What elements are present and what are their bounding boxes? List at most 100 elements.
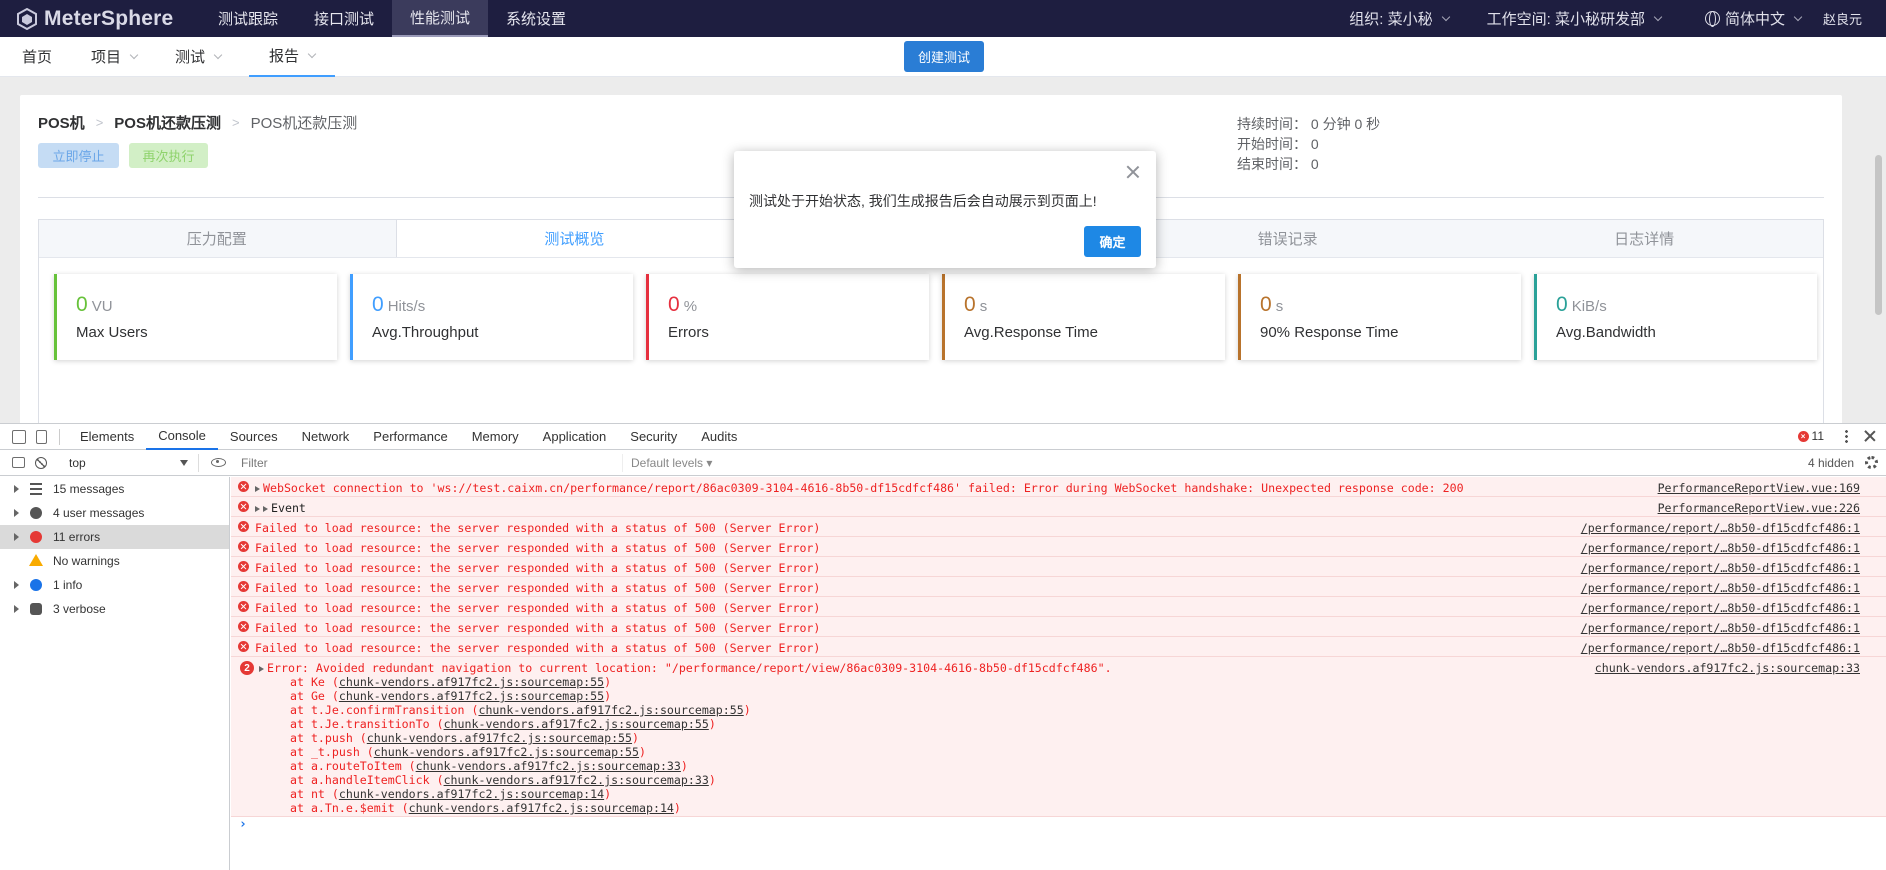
source-link[interactable]: /performance/report/…8b50-df15cdfcf486:1 xyxy=(1581,641,1860,655)
frame-link[interactable]: chunk-vendors.af917fc2.js:sourcemap:14 xyxy=(339,787,604,801)
org-dropdown[interactable]: 组织: 菜小秘 xyxy=(1349,8,1450,29)
topnav-right: 组织: 菜小秘 工作空间: 菜小秘研发部 简体中文 赵良元 xyxy=(1349,0,1886,37)
create-test-button[interactable]: 创建测试 xyxy=(904,41,984,72)
source-link[interactable]: chunk-vendors.af917fc2.js:sourcemap:33 xyxy=(1595,661,1860,675)
source-link[interactable]: /performance/report/…8b50-df15cdfcf486:1 xyxy=(1581,521,1860,535)
message-text: Event xyxy=(255,501,306,515)
frame-link[interactable]: chunk-vendors.af917fc2.js:sourcemap:55 xyxy=(339,689,604,703)
metric-label: Avg.Throughput xyxy=(372,324,479,341)
frame-link[interactable]: chunk-vendors.af917fc2.js:sourcemap:55 xyxy=(339,675,604,689)
subnav-project[interactable]: 项目 xyxy=(91,37,139,77)
source-link[interactable]: PerformanceReportView.vue:226 xyxy=(1658,501,1860,515)
source-link[interactable]: /performance/report/…8b50-df15cdfcf486:1 xyxy=(1581,561,1860,575)
expand-arrow-icon[interactable] xyxy=(14,533,19,541)
sidebar-item-errors[interactable]: 11 errors xyxy=(0,525,229,549)
sidebar-item-messages[interactable]: 15 messages xyxy=(0,477,229,501)
metric-card-p90-response: 0s 90% Response Time xyxy=(1238,274,1521,360)
frame-link[interactable]: chunk-vendors.af917fc2.js:sourcemap:14 xyxy=(409,801,674,815)
close-icon[interactable] xyxy=(1126,165,1140,179)
devtools-tab-elements[interactable]: Elements xyxy=(68,424,146,450)
console-message[interactable]: Event PerformanceReportView.vue:226 xyxy=(231,497,1886,517)
expand-arrow-icon[interactable] xyxy=(14,485,19,493)
source-link[interactable]: /performance/report/…8b50-df15cdfcf486:1 xyxy=(1581,541,1860,555)
console-message[interactable]: Failed to load resource: the server resp… xyxy=(231,557,1886,577)
workspace-dropdown[interactable]: 工作空间: 菜小秘研发部 xyxy=(1487,8,1663,29)
devtools-tab-network[interactable]: Network xyxy=(290,424,362,450)
devtools-tab-audits[interactable]: Audits xyxy=(689,424,749,450)
clear-console-icon[interactable] xyxy=(35,456,47,469)
frame-link[interactable]: chunk-vendors.af917fc2.js:sourcemap:33 xyxy=(416,759,681,773)
inspect-element-icon[interactable] xyxy=(12,429,26,444)
nav-error-text: Error: Avoided redundant navigation to c… xyxy=(267,661,1112,675)
console-message[interactable]: Failed to load resource: the server resp… xyxy=(231,597,1886,617)
stop-now-button[interactable]: 立即停止 xyxy=(38,143,119,168)
rerun-button[interactable]: 再次执行 xyxy=(129,143,208,168)
dialog-ok-button[interactable]: 确定 xyxy=(1084,226,1141,257)
sidebar-toggle-icon[interactable] xyxy=(12,457,25,468)
expand-arrow-icon[interactable] xyxy=(263,506,268,512)
frame-link[interactable]: chunk-vendors.af917fc2.js:sourcemap:33 xyxy=(444,773,709,787)
expand-arrow-icon[interactable] xyxy=(259,666,264,672)
sidebar-item-warnings[interactable]: No warnings xyxy=(0,549,229,573)
frame-link[interactable]: chunk-vendors.af917fc2.js:sourcemap:55 xyxy=(367,731,632,745)
subnav-report[interactable]: 报告 xyxy=(249,37,336,77)
expand-arrow-icon[interactable] xyxy=(255,506,260,512)
subnav-test[interactable]: 测试 xyxy=(175,37,223,77)
org-label: 组织: 菜小秘 xyxy=(1349,11,1433,28)
devtools-tab-application[interactable]: Application xyxy=(531,424,619,450)
menu-performance[interactable]: 性能测试 xyxy=(392,0,488,37)
frame-link[interactable]: chunk-vendors.af917fc2.js:sourcemap:55 xyxy=(444,717,709,731)
console-message[interactable]: Failed to load resource: the server resp… xyxy=(231,517,1886,537)
console-message[interactable]: Failed to load resource: the server resp… xyxy=(231,537,1886,557)
context-selector[interactable]: top xyxy=(59,453,199,472)
filter-input[interactable]: Filter xyxy=(235,453,623,472)
expand-arrow-icon[interactable] xyxy=(14,605,19,613)
page-scrollbar[interactable] xyxy=(1875,155,1882,315)
tab-overview[interactable]: 测试概览 xyxy=(395,220,754,257)
console-message[interactable]: WebSocket connection to 'ws://test.caixm… xyxy=(231,477,1886,497)
breadcrumb-test[interactable]: POS机还款压测 xyxy=(114,112,221,133)
frame-link[interactable]: chunk-vendors.af917fc2.js:sourcemap:55 xyxy=(374,745,639,759)
expand-arrow-icon[interactable] xyxy=(14,509,19,517)
log-levels-dropdown[interactable]: Default levels ▾ xyxy=(631,456,712,470)
console-message[interactable]: Failed to load resource: the server resp… xyxy=(231,577,1886,597)
more-options-icon[interactable] xyxy=(1845,429,1848,443)
tab-log-details[interactable]: 日志详情 xyxy=(1466,220,1823,257)
expand-arrow-icon[interactable] xyxy=(255,486,260,492)
devtools-tab-performance[interactable]: Performance xyxy=(361,424,459,450)
console-error-stack[interactable]: 2 Error: Avoided redundant navigation to… xyxy=(231,657,1886,817)
metric-label: Errors xyxy=(668,324,709,341)
console-message[interactable]: Failed to load resource: the server resp… xyxy=(231,617,1886,637)
eye-icon[interactable] xyxy=(211,458,226,467)
devtools-tab-memory[interactable]: Memory xyxy=(460,424,531,450)
devtools-tab-security[interactable]: Security xyxy=(618,424,689,450)
sidebar-item-info[interactable]: 1 info xyxy=(0,573,229,597)
menu-settings[interactable]: 系统设置 xyxy=(488,0,584,37)
breadcrumb-project[interactable]: POS机 xyxy=(38,112,85,133)
source-link[interactable]: /performance/report/…8b50-df15cdfcf486:1 xyxy=(1581,601,1860,615)
frame-link[interactable]: chunk-vendors.af917fc2.js:sourcemap:55 xyxy=(478,703,743,717)
devtools-tab-console[interactable]: Console xyxy=(146,424,218,450)
console-prompt-icon[interactable]: › xyxy=(239,817,247,832)
subnav-home[interactable]: 首页 xyxy=(22,37,52,77)
gear-icon[interactable] xyxy=(1865,456,1878,469)
source-link[interactable]: /performance/report/…8b50-df15cdfcf486:1 xyxy=(1581,581,1860,595)
tab-pressure-config[interactable]: 压力配置 xyxy=(39,220,396,257)
expand-arrow-icon[interactable] xyxy=(14,581,19,589)
source-link[interactable]: PerformanceReportView.vue:169 xyxy=(1658,481,1860,495)
user-menu[interactable]: 赵良元 xyxy=(1823,9,1862,28)
tab-error-log[interactable]: 错误记录 xyxy=(1110,220,1467,257)
brand-logo[interactable]: MeterSphere xyxy=(0,0,200,37)
error-counter[interactable]: × 11 xyxy=(1797,429,1824,443)
language-dropdown[interactable]: 简体中文 xyxy=(1704,8,1803,29)
device-toolbar-icon[interactable] xyxy=(36,429,47,444)
frame-fn: at t.Je.transitionTo ( xyxy=(290,717,444,731)
menu-track[interactable]: 测试跟踪 xyxy=(200,0,296,37)
source-link[interactable]: /performance/report/…8b50-df15cdfcf486:1 xyxy=(1581,621,1860,635)
sidebar-item-verbose[interactable]: 3 verbose xyxy=(0,597,229,621)
sidebar-item-user-messages[interactable]: 4 user messages xyxy=(0,501,229,525)
console-message[interactable]: Failed to load resource: the server resp… xyxy=(231,637,1886,657)
menu-api[interactable]: 接口测试 xyxy=(296,0,392,37)
close-icon[interactable] xyxy=(1864,430,1876,442)
devtools-tab-sources[interactable]: Sources xyxy=(218,424,290,450)
